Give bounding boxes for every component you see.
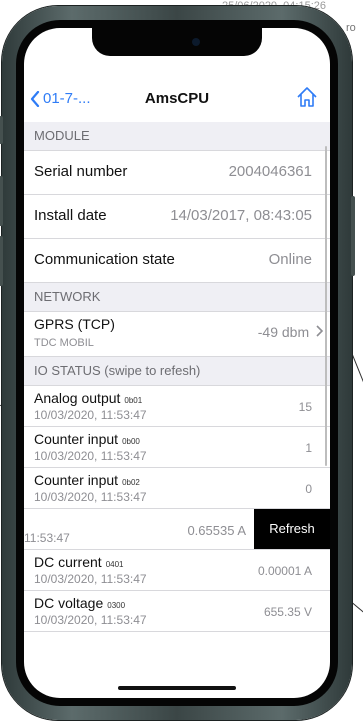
gprs-operator: TDC MOBIL — [34, 337, 94, 349]
side-button — [351, 196, 355, 276]
serial-number-label: Serial number — [34, 163, 128, 180]
io-row-swiped[interactable]: t0301 11:53:47 0.65535 A Refresh — [24, 509, 330, 550]
io-name: Counter input 0b00 — [34, 431, 140, 447]
io-value: 0.00001 A — [257, 564, 312, 578]
io-time: 10/03/2020, 11:53:47 — [34, 449, 147, 463]
io-name: Counter input 0b02 — [34, 472, 140, 488]
io-value: 655.35 V — [263, 605, 312, 619]
io-value: 15 — [298, 400, 312, 414]
communication-state-value: Online — [268, 251, 312, 268]
side-button — [0, 176, 3, 226]
background-fragment: ro — [346, 22, 356, 34]
side-button — [0, 116, 3, 144]
serial-number-value: 2004046361 — [228, 163, 312, 180]
io-code: 0b02 — [122, 478, 140, 487]
section-header-io-status: IO STATUS (swipe to refesh) — [24, 357, 330, 386]
io-value: 1 — [305, 441, 312, 455]
io-name: DC current 0401 — [34, 554, 124, 570]
io-time: 10/03/2020, 11:53:47 — [34, 613, 147, 627]
io-time: 10/03/2020, 11:53:47 — [34, 490, 147, 504]
gprs-label: GPRS (TCP) — [34, 316, 115, 332]
notch — [92, 28, 262, 56]
io-time: 10/03/2020, 11:53:47 — [34, 572, 147, 586]
io-time: 10/03/2020, 11:53:47 — [34, 408, 147, 422]
io-row[interactable]: DC voltage 0300 10/03/2020, 11:53:47 655.… — [24, 591, 330, 632]
chevron-right-icon — [316, 325, 324, 337]
io-row[interactable]: Counter input 0b02 10/03/2020, 11:53:47 0 — [24, 468, 330, 509]
io-row[interactable]: Counter input 0b00 10/03/2020, 11:53:47 1 — [24, 427, 330, 468]
home-indicator[interactable] — [118, 686, 236, 690]
io-time: 11:53:47 — [24, 531, 70, 545]
io-name: Analog output 0b01 — [34, 390, 143, 406]
scrollbar[interactable] — [325, 146, 327, 466]
home-icon — [297, 87, 317, 107]
gprs-signal: -49 dbm — [258, 324, 324, 340]
home-button[interactable] — [296, 86, 318, 113]
install-date-value: 14/03/2017, 08:43:05 — [170, 207, 312, 224]
app-screen: 01-7-... AmsCPU MODULE Serial number 200… — [24, 28, 330, 698]
communication-state-row: Communication state Online — [24, 239, 330, 283]
io-value: 0.65535 A — [187, 523, 246, 538]
camera-dot — [192, 38, 200, 46]
io-name: DC voltage 0300 — [34, 595, 126, 611]
navigation-bar: 01-7-... AmsCPU — [24, 78, 330, 122]
io-row[interactable]: DC current 0401 10/03/2020, 11:53:47 0.00… — [24, 550, 330, 591]
gprs-signal-value: -49 dbm — [257, 324, 310, 340]
io-value: 0 — [305, 482, 312, 496]
phone-frame: 01-7-... AmsCPU MODULE Serial number 200… — [0, 6, 355, 720]
refresh-button[interactable]: Refresh — [254, 509, 330, 549]
gprs-row[interactable]: GPRS (TCP) TDC MOBIL -49 dbm — [24, 312, 330, 357]
serial-number-row: Serial number 2004046361 — [24, 151, 330, 195]
install-date-label: Install date — [34, 207, 107, 224]
side-button — [0, 236, 3, 286]
io-code: 0b01 — [124, 396, 143, 405]
io-code: 0300 — [107, 601, 126, 610]
section-header-network: NETWORK — [24, 283, 330, 312]
io-code: 0401 — [105, 560, 124, 569]
phone-bezel: 01-7-... AmsCPU MODULE Serial number 200… — [16, 20, 338, 706]
settings-list: MODULE Serial number 2004046361 Install … — [24, 122, 330, 632]
io-row[interactable]: Analog output 0b01 10/03/2020, 11:53:47 1… — [24, 386, 330, 427]
section-header-module: MODULE — [24, 122, 330, 151]
install-date-row: Install date 14/03/2017, 08:43:05 — [24, 195, 330, 239]
communication-state-label: Communication state — [34, 251, 175, 268]
io-code: 0b00 — [122, 437, 140, 446]
page-title: AmsCPU — [144, 90, 210, 107]
